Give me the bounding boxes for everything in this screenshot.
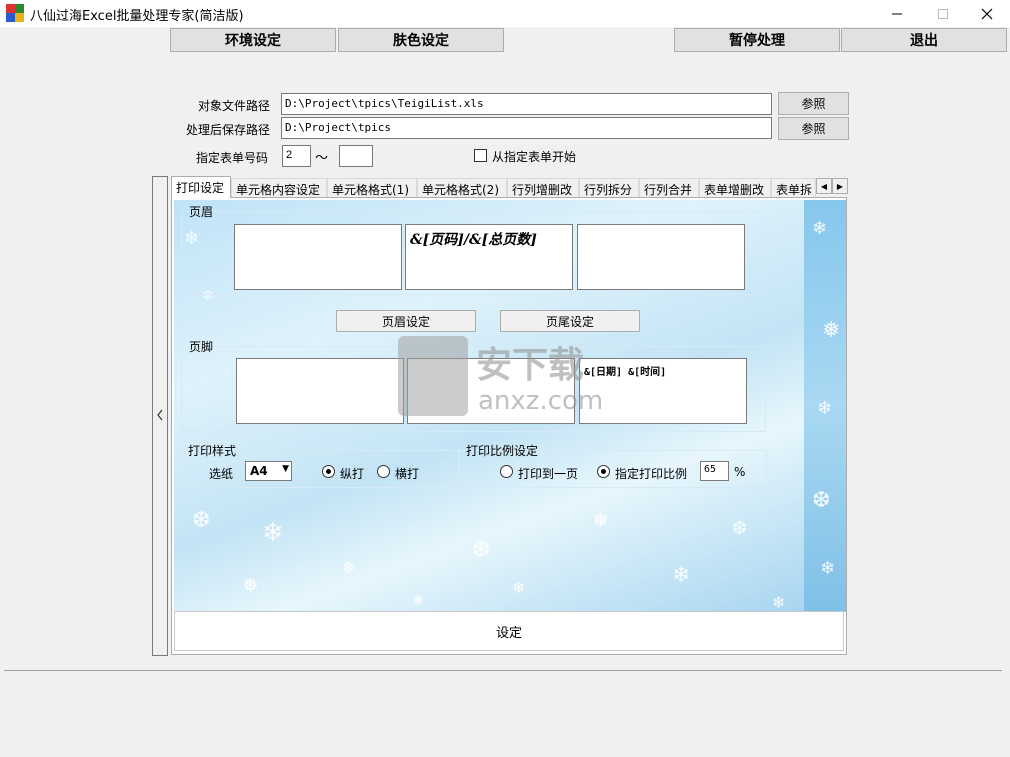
sheet-to-input[interactable]	[339, 145, 373, 167]
snowflake-icon: ❄	[672, 563, 691, 588]
browse-target-button[interactable]: 参照	[778, 92, 849, 115]
fit-one-page-radio[interactable]	[500, 465, 513, 478]
tab-row-col-merge[interactable]: 行列合并	[639, 178, 699, 198]
tab-cell-content[interactable]: 单元格内容设定	[231, 178, 327, 198]
print-style-label: 打印样式	[188, 444, 237, 458]
minimize-icon[interactable]	[874, 0, 920, 27]
env-settings-button[interactable]: 环境设定	[170, 28, 336, 52]
portrait-radio[interactable]	[322, 465, 335, 478]
landscape-label: 横打	[395, 467, 420, 481]
portrait-label: 纵打	[340, 467, 365, 481]
sheet-from-input[interactable]: 2	[282, 145, 311, 167]
shield-icon	[398, 336, 468, 416]
sheet-range-tilde: ～	[315, 151, 329, 166]
watermark-subtext: anxz.com	[478, 386, 604, 416]
paper-label: 选纸	[209, 467, 234, 481]
chevron-left-icon	[156, 409, 164, 424]
target-path-label: 对象文件路径	[198, 99, 271, 113]
print-scale-label: 打印比例设定	[466, 444, 539, 458]
close-icon[interactable]	[964, 0, 1010, 27]
fit-one-page-label: 打印到一页	[518, 467, 579, 481]
window-title: 八仙过海Excel批量处理专家(简洁版)	[30, 9, 244, 24]
save-path-label: 处理后保存路径	[186, 123, 271, 137]
chevron-down-icon: ▼	[282, 464, 289, 474]
browse-save-button[interactable]: 参照	[778, 117, 849, 140]
snowflake-icon: ❆	[472, 538, 491, 563]
footer-group-label: 页脚	[189, 340, 214, 354]
snowflake-icon: ❆	[812, 488, 831, 513]
watermark: 安下载 anxz.com	[398, 336, 618, 420]
snowflake-icon: ❄	[772, 593, 786, 612]
header-group-label: 页眉	[189, 205, 214, 219]
snowflake-icon: ❆	[732, 518, 748, 539]
maximize-icon[interactable]	[920, 0, 966, 27]
specify-scale-radio[interactable]	[597, 465, 610, 478]
footer-left-input[interactable]	[236, 358, 404, 424]
paper-select-value: A4	[250, 464, 268, 478]
tab-sheet-split[interactable]: 表单拆	[771, 178, 816, 198]
paper-select[interactable]: A4 ▼	[245, 461, 292, 481]
tab-sheet-edit[interactable]: 表单增删改	[699, 178, 771, 198]
snowflake-icon: ❅	[822, 318, 841, 343]
skin-settings-button[interactable]: 肤色设定	[338, 28, 504, 52]
footer-settings-button[interactable]: 页尾设定	[500, 310, 640, 332]
tab-cell-format-1[interactable]: 单元格格式(1)	[327, 178, 417, 198]
scale-input[interactable]: 65	[700, 461, 729, 481]
apply-settings-button[interactable]: 设定	[174, 611, 844, 651]
tab-scroll: ◀ ▶	[816, 178, 848, 194]
start-from-sheet-label: 从指定表单开始	[492, 150, 577, 164]
specify-scale-label: 指定打印比例	[615, 467, 688, 481]
snowflake-icon: ❅	[592, 508, 609, 532]
snowflake-icon: ❄	[820, 558, 836, 579]
tab-row-col-edit[interactable]: 行列增删改	[507, 178, 579, 198]
tab-print-settings[interactable]: 打印设定	[171, 176, 231, 198]
save-path-input[interactable]: D:\Project\tpics	[281, 117, 772, 139]
exit-button[interactable]: 退出	[841, 28, 1007, 52]
landscape-radio[interactable]	[377, 465, 390, 478]
title-bar: 八仙过海Excel批量处理专家(简洁版)	[0, 0, 1010, 27]
snowflake-icon: ❄	[342, 558, 356, 577]
header-settings-button[interactable]: 页眉设定	[336, 310, 476, 332]
target-path-input[interactable]: D:\Project\tpics\TeigiList.xls	[281, 93, 772, 115]
tab-cell-format-2[interactable]: 单元格格式(2)	[417, 178, 507, 198]
status-divider	[4, 670, 1002, 671]
snowflake-icon: ❄	[262, 518, 284, 548]
panel-collapse-toggle[interactable]	[152, 176, 168, 656]
tab-row-col-split[interactable]: 行列拆分	[579, 178, 639, 198]
watermark-text: 安下载	[476, 345, 585, 386]
tab-bar: 打印设定 单元格内容设定 单元格格式(1) 单元格格式(2) 行列增删改 行列拆…	[171, 176, 847, 198]
snowflake-icon: ❄	[812, 218, 828, 239]
snowflake-icon: ❅	[242, 573, 259, 597]
tab-scroll-left-icon[interactable]: ◀	[816, 178, 832, 194]
app-logo-icon	[6, 4, 24, 22]
header-center-input[interactable]: &[页码]/&[总页数]	[405, 224, 573, 290]
snowflake-icon: ❄	[512, 578, 526, 597]
scale-unit: %	[734, 465, 746, 479]
snowflake-icon: ❅	[412, 593, 424, 609]
start-from-sheet-checkbox[interactable]	[474, 149, 487, 162]
snowflake-icon: ❆	[192, 508, 211, 533]
header-left-input[interactable]	[234, 224, 402, 290]
header-right-input[interactable]	[577, 224, 745, 290]
snowflake-icon: ❄	[817, 398, 833, 419]
sheet-number-label: 指定表单号码	[196, 151, 269, 165]
app-window: 八仙过海Excel批量处理专家(简洁版) 环境设定 肤色设定 暂停处理 退出 对…	[0, 0, 1010, 757]
tab-scroll-right-icon[interactable]: ▶	[832, 178, 848, 194]
pause-button[interactable]: 暂停处理	[674, 28, 840, 52]
